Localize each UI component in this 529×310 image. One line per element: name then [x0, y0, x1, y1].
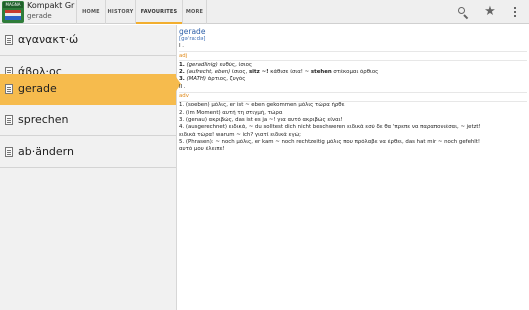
tab-bar: HOME HISTORY FAVOURITES MORE [76, 0, 207, 24]
sense-text: ίσιος, [230, 69, 249, 76]
sense-text: ευθύς, ίσιος [217, 61, 253, 68]
sense: 2. (im Moment) αυτή τη στιγμή, τώρα [179, 109, 283, 116]
list-item-label: gerade [18, 82, 57, 95]
app-logo-icon[interactable]: MAGNA [2, 1, 24, 23]
document-icon [5, 147, 13, 157]
app-subtitle: gerade [27, 12, 52, 20]
sense-gloss: (MATH) [186, 76, 207, 83]
sense-gloss: (geradlinig) [186, 61, 218, 68]
pronunciation: [gəˈraːdə] [179, 36, 206, 42]
pane-divider [176, 25, 177, 310]
app-title: Kompakt Gr [27, 1, 75, 10]
sense-text: κάθισε ίσια! ~ [268, 69, 311, 76]
overflow-menu-icon[interactable] [508, 5, 522, 19]
list-item[interactable]: αγανακτ·ώ [0, 25, 176, 56]
headword: gerade [179, 27, 206, 36]
flag-icon [5, 10, 21, 20]
document-icon [5, 115, 13, 125]
roman-numeral: I . [179, 43, 185, 50]
list-item-label: αγανακτ·ώ [18, 33, 79, 46]
sense-text: στέκομαι όρθιος [331, 69, 379, 76]
tab-home[interactable]: HOME [76, 0, 105, 24]
sense: 1. (geradlinig) ευθύς, ίσιος [179, 62, 527, 69]
part-of-speech: adv [179, 93, 189, 100]
list-item-label: ab·ändern [18, 145, 74, 158]
tab-more[interactable]: MORE [182, 0, 207, 24]
sense-number: 1. [179, 61, 185, 68]
sense-number: 2. [179, 69, 185, 76]
star-icon[interactable]: ★ [483, 5, 497, 19]
sense-example: stehen [310, 69, 332, 76]
part-of-speech: adj [179, 52, 188, 59]
sense: 5. (Phrasen): ~ noch μόλις, er kam ~ noc… [179, 138, 481, 145]
search-icon[interactable] [456, 5, 470, 20]
sense: 3. (MATH) άρτιος, ζυγός [179, 76, 527, 83]
sense: αυτό μου έλειπε! [179, 146, 225, 153]
action-bar: MAGNA Kompakt Gr gerade HOME HISTORY FAV… [0, 0, 529, 24]
sense-text: άρτιος, ζυγός [206, 76, 246, 83]
sense: ειδικά τώρα! warum ~ ich? γιατί ειδικά ε… [179, 131, 301, 138]
document-icon [5, 84, 13, 94]
tab-favourites[interactable]: FAVOURITES [135, 0, 182, 24]
app-logo-label: MAGNA [3, 2, 23, 8]
sense-example: sitz ~! [248, 69, 269, 76]
list-item[interactable]: ab·ändern [0, 137, 176, 168]
dictionary-entry: gerade [gəˈraːdə] I . adj 1. (geradlinig… [179, 27, 527, 153]
roman-numeral: II . [179, 83, 186, 90]
favourites-list: αγανακτ·ώ άβολ·ος gerade sprechen ab·änd… [0, 25, 176, 310]
sense-gloss: (aufrecht, eben) [186, 69, 231, 76]
list-item-label: sprechen [18, 113, 69, 126]
list-item-selected[interactable]: gerade [0, 74, 176, 105]
sense-number: 3. [179, 76, 185, 83]
document-icon [5, 35, 13, 45]
sense: 1. (soeben) μόλις, er ist ~ eben gekomme… [179, 102, 345, 109]
list-item[interactable]: sprechen [0, 105, 176, 136]
sense: 4. (ausgerechnet) ειδικά, ~ du solltest … [179, 124, 481, 131]
tab-history[interactable]: HISTORY [105, 0, 135, 24]
sense: 3. (genau) ακριβώς, das ist es ja ~! για… [179, 116, 343, 123]
sense: 2. (aufrecht, eben) ίσιος, sitz ~! κάθισ… [179, 69, 527, 76]
